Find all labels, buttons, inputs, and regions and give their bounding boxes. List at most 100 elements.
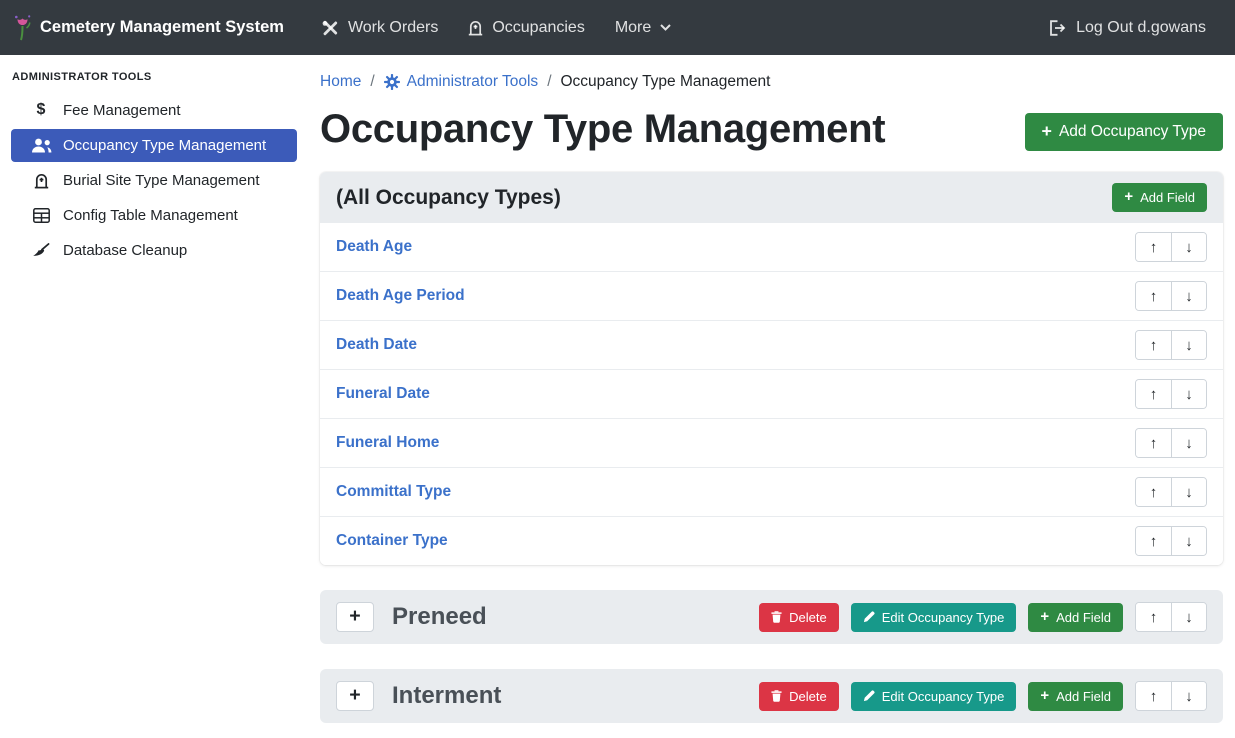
edit-occupancy-type-button[interactable]: Edit Occupancy Type	[851, 682, 1017, 711]
move-up-button[interactable]: ↑	[1136, 478, 1171, 506]
users-icon	[30, 138, 52, 153]
nav-work-orders[interactable]: Work Orders	[306, 11, 453, 45]
move-down-button[interactable]: ↓	[1171, 429, 1206, 457]
add-field-button[interactable]: + Add Field	[1028, 603, 1123, 632]
field-link-funeral-date[interactable]: Funeral Date	[336, 385, 430, 403]
field-row: Container Type ↑ ↓	[320, 517, 1223, 565]
arrow-up-icon: ↑	[1150, 688, 1158, 705]
arrow-down-icon: ↓	[1185, 533, 1193, 550]
nav-more-label: More	[615, 19, 651, 37]
move-up-button[interactable]: ↑	[1136, 233, 1171, 261]
logout-icon	[1049, 20, 1067, 36]
breadcrumb-admin-tools-link[interactable]: Administrator Tools	[384, 73, 539, 91]
field-link-death-age-period[interactable]: Death Age Period	[336, 287, 465, 305]
move-down-button[interactable]: ↓	[1171, 478, 1206, 506]
sidebar-item-occupancy-type-management[interactable]: Occupancy Type Management	[11, 129, 297, 162]
field-link-committal-type[interactable]: Committal Type	[336, 483, 451, 501]
add-occupancy-type-label: Add Occupancy Type	[1059, 123, 1206, 141]
move-down-button[interactable]: ↓	[1171, 527, 1206, 555]
breadcrumb-home-label: Home	[320, 73, 361, 91]
field-row: Committal Type ↑ ↓	[320, 468, 1223, 517]
section-actions: Delete Edit Occupancy Type + Add Field ↑…	[759, 681, 1207, 711]
add-field-label: Add Field	[1140, 190, 1195, 205]
field-row: Death Age Period ↑ ↓	[320, 272, 1223, 321]
sidebar-item-fee-management[interactable]: $ Fee Management	[11, 93, 297, 127]
move-down-button[interactable]: ↓	[1171, 380, 1206, 408]
breadcrumb-current: Occupancy Type Management	[561, 73, 771, 91]
trash-icon	[771, 690, 782, 702]
sidebar-item-burial-site-type-management[interactable]: Burial Site Type Management	[11, 164, 297, 197]
arrow-up-icon: ↑	[1150, 239, 1158, 256]
pencil-icon	[863, 611, 875, 623]
logout-button[interactable]: Log Out d.gowans	[1034, 11, 1221, 45]
move-down-button[interactable]: ↓	[1171, 682, 1206, 710]
add-field-button[interactable]: + Add Field	[1028, 682, 1123, 711]
move-up-button[interactable]: ↑	[1136, 527, 1171, 555]
section-preneed: + Preneed Delete Edit Occupancy Type +	[320, 590, 1223, 644]
field-link-death-age[interactable]: Death Age	[336, 238, 412, 256]
edit-occupancy-type-label: Edit Occupancy Type	[882, 689, 1005, 704]
move-up-button[interactable]: ↑	[1136, 282, 1171, 310]
page-title: Occupancy Type Management	[320, 107, 885, 152]
top-navbar: Cemetery Management System Work Orders O…	[0, 0, 1235, 55]
chevron-down-icon	[660, 24, 671, 31]
move-up-button[interactable]: ↑	[1136, 380, 1171, 408]
flower-logo-icon	[14, 14, 31, 41]
section-title: Interment	[392, 682, 501, 710]
arrow-down-icon: ↓	[1185, 288, 1193, 305]
field-link-container-type[interactable]: Container Type	[336, 532, 448, 550]
logout-label: Log Out d.gowans	[1076, 19, 1206, 37]
breadcrumb-home-link[interactable]: Home	[320, 73, 361, 91]
nav-occupancies[interactable]: Occupancies	[453, 11, 600, 45]
arrow-up-icon: ↑	[1150, 533, 1158, 550]
move-up-button[interactable]: ↑	[1136, 682, 1171, 710]
arrow-down-icon: ↓	[1185, 386, 1193, 403]
reorder-group: ↑ ↓	[1135, 281, 1207, 311]
work-orders-tools-icon	[321, 20, 339, 36]
move-down-button[interactable]: ↓	[1171, 603, 1206, 631]
nav-more[interactable]: More	[600, 11, 686, 45]
reorder-group: ↑ ↓	[1135, 526, 1207, 556]
trash-icon	[771, 611, 782, 623]
move-down-button[interactable]: ↓	[1171, 331, 1206, 359]
delete-button[interactable]: Delete	[759, 603, 839, 632]
all-occupancy-types-card: (All Occupancy Types) + Add Field Death …	[320, 172, 1223, 565]
delete-button[interactable]: Delete	[759, 682, 839, 711]
add-occupancy-type-button[interactable]: + Add Occupancy Type	[1025, 113, 1223, 151]
move-down-button[interactable]: ↓	[1171, 282, 1206, 310]
add-field-label: Add Field	[1056, 689, 1111, 704]
move-down-button[interactable]: ↓	[1171, 233, 1206, 261]
move-up-button[interactable]: ↑	[1136, 331, 1171, 359]
add-field-button[interactable]: + Add Field	[1112, 183, 1207, 212]
expand-button[interactable]: +	[336, 602, 374, 632]
field-link-funeral-home[interactable]: Funeral Home	[336, 434, 439, 452]
admin-sidebar: ADMINISTRATOR TOOLS $ Fee Management Occ…	[0, 55, 308, 738]
move-up-button[interactable]: ↑	[1136, 429, 1171, 457]
expand-button[interactable]: +	[336, 681, 374, 711]
broom-icon	[30, 243, 52, 258]
arrow-down-icon: ↓	[1185, 337, 1193, 354]
sidebar-item-label: Config Table Management	[63, 207, 238, 224]
main-content: Home / Administrator Tools / Occupancy T…	[308, 55, 1235, 738]
delete-label: Delete	[789, 689, 827, 704]
all-occupancy-types-header: (All Occupancy Types) + Add Field	[320, 172, 1223, 223]
table-icon	[30, 208, 52, 223]
sidebar-item-config-table-management[interactable]: Config Table Management	[11, 199, 297, 232]
sidebar-item-database-cleanup[interactable]: Database Cleanup	[11, 234, 297, 267]
arrow-up-icon: ↑	[1150, 386, 1158, 403]
section-title: Preneed	[392, 603, 487, 631]
field-link-death-date[interactable]: Death Date	[336, 336, 417, 354]
reorder-group: ↑ ↓	[1135, 681, 1207, 711]
dollar-icon: $	[30, 101, 52, 119]
move-up-button[interactable]: ↑	[1136, 603, 1171, 631]
occupancies-tombstone-icon	[468, 20, 483, 36]
nav-work-orders-label: Work Orders	[348, 19, 438, 37]
reorder-group: ↑ ↓	[1135, 379, 1207, 409]
sidebar-item-label: Fee Management	[63, 102, 181, 119]
edit-occupancy-type-button[interactable]: Edit Occupancy Type	[851, 603, 1017, 632]
reorder-group: ↑ ↓	[1135, 330, 1207, 360]
app-brand[interactable]: Cemetery Management System	[14, 14, 284, 41]
app-title: Cemetery Management System	[40, 18, 284, 37]
plus-icon: +	[1124, 190, 1133, 205]
sidebar-header: ADMINISTRATOR TOOLS	[0, 61, 308, 91]
